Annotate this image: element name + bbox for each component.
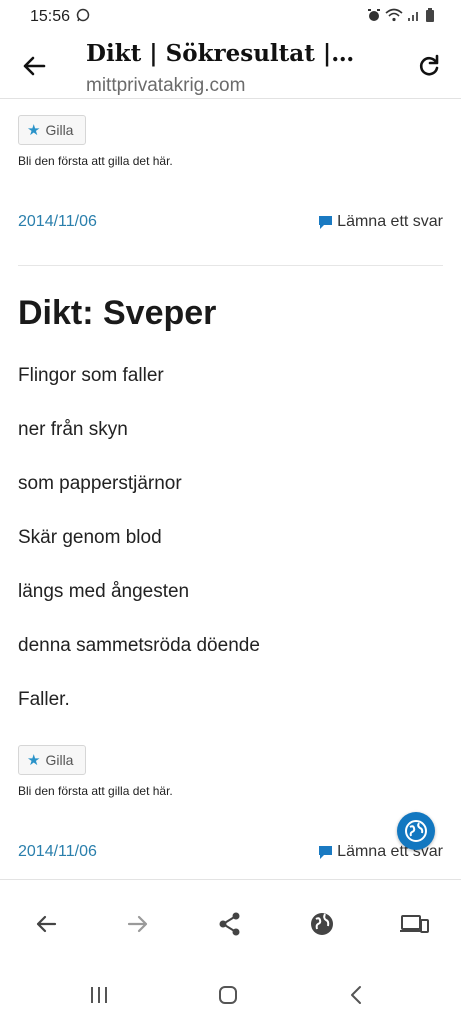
share-icon — [219, 912, 240, 936]
app-header: Dikt | Sökresultat |… mittprivatakrig.co… — [0, 34, 461, 99]
back-arrow-icon — [23, 56, 46, 76]
poem-line: Flingor som faller — [18, 365, 164, 386]
like-text: Bli den första att gilla det här. — [18, 154, 173, 168]
signal-icon — [407, 8, 421, 27]
post-date-link[interactable]: 2014/11/06 — [18, 213, 97, 231]
back-arrow-icon — [36, 915, 57, 933]
like-button[interactable]: ★ Gilla — [18, 745, 86, 775]
status-time: 15:56 — [30, 8, 71, 25]
poem-line: längs med ångesten — [18, 581, 190, 602]
reply-link[interactable]: Lämna ett svar — [318, 213, 443, 231]
page-url: mittprivatakrig.com — [86, 75, 246, 96]
reload-button[interactable] — [415, 52, 443, 80]
star-icon: ★ — [27, 752, 41, 769]
devices-button[interactable] — [400, 910, 429, 938]
status-right — [367, 7, 435, 27]
system-back-button[interactable] — [345, 983, 369, 1007]
forward-arrow-icon — [127, 915, 148, 933]
like-button-label: Gilla — [45, 752, 74, 768]
post-title: Dikt: Sveper — [18, 294, 217, 332]
home-button[interactable] — [216, 983, 240, 1007]
recents-button[interactable] — [87, 983, 111, 1007]
comment-icon — [319, 845, 333, 859]
comment-icon — [319, 215, 333, 229]
reload-icon — [419, 54, 439, 76]
home-icon — [219, 986, 237, 1004]
status-bar: 15:56 — [0, 0, 461, 34]
poem-line: Skär genom blod — [18, 527, 162, 548]
reply-link-label: Lämna ett svar — [337, 213, 443, 230]
globe-button[interactable] — [308, 910, 336, 938]
system-back-icon — [351, 986, 361, 1004]
system-nav-bar — [0, 967, 461, 1024]
browser-toolbar — [0, 879, 461, 968]
recents-icon — [91, 987, 107, 1003]
poem-line: ner från skyn — [18, 419, 128, 440]
star-icon: ★ — [27, 122, 41, 139]
translate-fab-button[interactable] — [397, 812, 435, 850]
poem-line: som papperstjärnor — [18, 473, 182, 494]
post-date-link[interactable]: 2014/11/06 — [18, 843, 97, 861]
forward-nav-button[interactable] — [124, 910, 152, 938]
post-divider — [18, 265, 443, 266]
back-button[interactable] — [20, 52, 48, 80]
status-left: 15:56 — [30, 8, 90, 27]
poem-line: denna sammetsröda döende — [18, 635, 260, 656]
wifi-icon — [385, 8, 403, 27]
whatsapp-icon — [76, 8, 90, 27]
page-title: Dikt | Sökresultat |… — [86, 40, 355, 67]
like-text: Bli den första att gilla det här. — [18, 784, 173, 798]
battery-icon — [425, 7, 435, 27]
devices-icon — [400, 915, 429, 933]
like-button-label: Gilla — [45, 122, 74, 138]
alarm-icon — [367, 8, 381, 27]
globe-icon — [311, 913, 333, 935]
poem-line: Faller. — [18, 689, 70, 710]
back-nav-button[interactable] — [32, 910, 60, 938]
globe-icon — [405, 820, 427, 842]
share-button[interactable] — [216, 910, 244, 938]
like-button[interactable]: ★ Gilla — [18, 115, 86, 145]
